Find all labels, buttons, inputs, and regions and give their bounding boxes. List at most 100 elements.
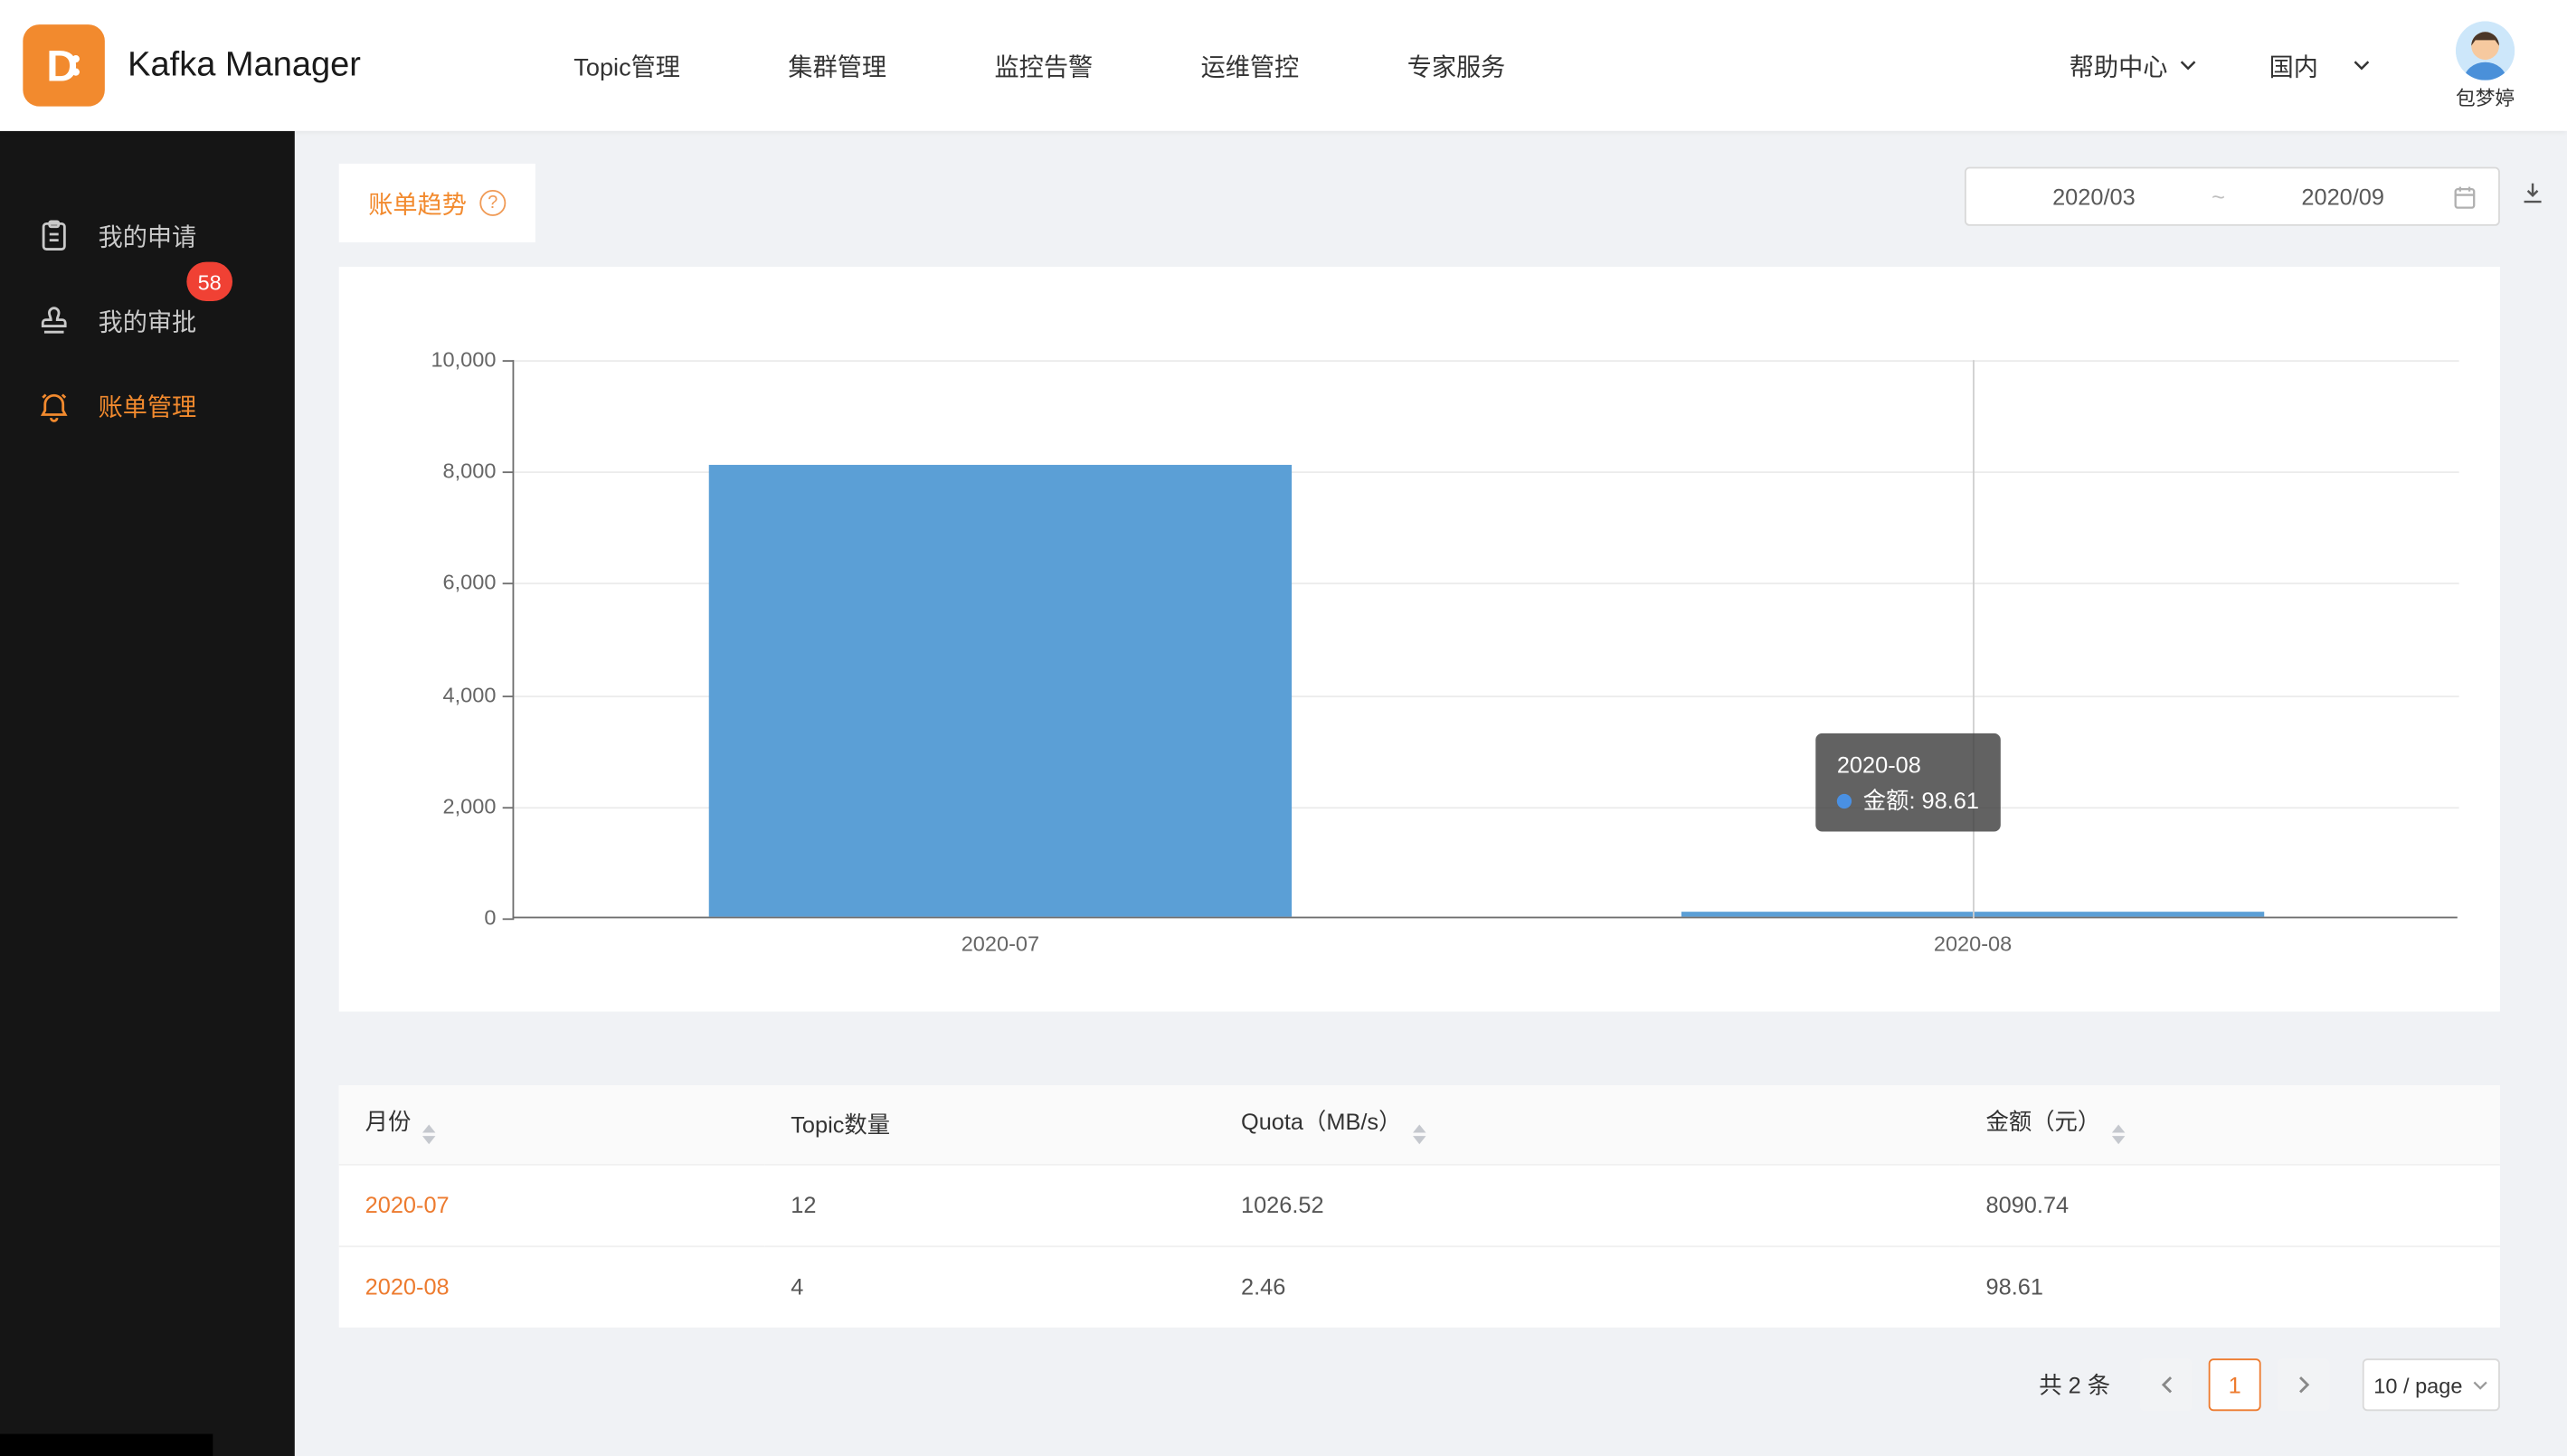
billing-trend-chart: 10,000 8,000 6,000 4,000 2,000 0 2020-08 金额: … bbox=[339, 267, 2500, 1012]
column-header-topic-count: Topic数量 bbox=[764, 1085, 1215, 1164]
table-header-row: 月份 Topic数量 Quota（MB/s） 金额（元） bbox=[339, 1085, 2500, 1164]
sort-icon[interactable] bbox=[2112, 1124, 2125, 1144]
prev-page-button[interactable] bbox=[2140, 1358, 2193, 1411]
sort-icon[interactable] bbox=[1413, 1124, 1426, 1144]
sidebar-item-label: 我的申请 bbox=[99, 219, 197, 253]
page-1-button[interactable]: 1 bbox=[2209, 1358, 2261, 1411]
chart-tooltip: 2020-08 金额: 98.61 bbox=[1815, 733, 2000, 832]
date-start-value[interactable]: 2020/03 bbox=[1986, 184, 2202, 210]
sidebar-bottom-bar bbox=[0, 1434, 213, 1456]
topic-count-cell: 12 bbox=[764, 1164, 1215, 1246]
calendar-icon bbox=[2451, 183, 2479, 211]
y-tick-label: 0 bbox=[339, 905, 497, 930]
avatar-illustration bbox=[2456, 21, 2515, 80]
y-tick-label: 2,000 bbox=[339, 793, 497, 818]
sidebar-item-label: 我的审批 bbox=[99, 304, 197, 338]
approval-count-badge: 58 bbox=[186, 262, 232, 301]
app-header: D Kafka Manager Topic管理 集群管理 监控告警 运维管控 专… bbox=[0, 0, 2567, 131]
download-button[interactable] bbox=[2518, 178, 2548, 213]
column-header-month[interactable]: 月份 bbox=[339, 1085, 765, 1164]
svg-text:D: D bbox=[46, 42, 78, 90]
month-link[interactable]: 2020-07 bbox=[365, 1192, 450, 1218]
y-tick-mark bbox=[503, 807, 515, 808]
y-tick-mark bbox=[503, 695, 515, 697]
billing-table: 月份 Topic数量 Quota（MB/s） 金额（元） bbox=[339, 1085, 2500, 1328]
gridline bbox=[514, 360, 2458, 362]
app-root: D Kafka Manager Topic管理 集群管理 监控告警 运维管控 专… bbox=[0, 0, 2567, 1456]
main-content: 账单趋势 ? 2020/03 ~ 2020/09 10,000 8,000 6,00… bbox=[295, 131, 2567, 1456]
help-center-label: 帮助中心 bbox=[2070, 48, 2168, 82]
y-tick-mark bbox=[503, 583, 515, 585]
y-tick-label: 6,000 bbox=[339, 571, 497, 595]
nav-expert-service[interactable]: 专家服务 bbox=[1407, 48, 1506, 82]
x-tick-label: 2020-08 bbox=[1486, 931, 2458, 956]
help-icon[interactable]: ? bbox=[479, 190, 506, 216]
chevron-left-icon bbox=[2158, 1375, 2173, 1395]
nav-ops-control[interactable]: 运维管控 bbox=[1201, 48, 1300, 82]
total-count-label: 共 2 条 bbox=[2039, 1368, 2110, 1401]
y-tick-label: 8,000 bbox=[339, 459, 497, 483]
download-icon bbox=[2518, 178, 2548, 208]
column-header-quota[interactable]: Quota（MB/s） bbox=[1215, 1085, 1960, 1164]
tab-billing-trend[interactable]: 账单趋势 ? bbox=[339, 164, 535, 242]
region-label: 国内 bbox=[2269, 48, 2318, 82]
region-menu[interactable]: 国内 bbox=[2269, 48, 2371, 82]
table-row: 2020-07 12 1026.52 8090.74 bbox=[339, 1164, 2500, 1246]
table-row: 2020-08 4 2.46 98.61 bbox=[339, 1245, 2500, 1328]
sidebar-item-label: 账单管理 bbox=[99, 389, 197, 423]
chart-plot-area: 2020-08 金额: 98.61 2020-072020-08 bbox=[513, 360, 2458, 918]
app-title: Kafka Manager bbox=[128, 46, 361, 85]
column-header-amount[interactable]: 金额（元） bbox=[1960, 1085, 2500, 1164]
month-link[interactable]: 2020-08 bbox=[365, 1274, 450, 1300]
pagination: 共 2 条 1 10 / page bbox=[339, 1358, 2500, 1411]
date-range-picker[interactable]: 2020/03 ~ 2020/09 bbox=[1965, 167, 2500, 226]
quota-cell: 2.46 bbox=[1215, 1245, 1960, 1328]
page-size-label: 10 / page bbox=[2373, 1373, 2462, 1397]
tooltip-value: 金额: 98.61 bbox=[1863, 782, 1979, 818]
sidebar-item-billing-management[interactable]: 账单管理 bbox=[0, 364, 295, 449]
billing-table-card: 月份 Topic数量 Quota（MB/s） 金额（元） bbox=[339, 1085, 2500, 1328]
stamp-icon bbox=[36, 303, 72, 339]
nav-topic-management[interactable]: Topic管理 bbox=[573, 48, 680, 82]
user-name: 包梦婷 bbox=[2456, 82, 2515, 110]
tab-label: 账单趋势 bbox=[368, 185, 467, 220]
y-tick-mark bbox=[503, 472, 515, 474]
chevron-right-icon bbox=[2297, 1375, 2311, 1395]
y-tick-label: 10,000 bbox=[339, 347, 497, 372]
y-tick-mark bbox=[503, 360, 515, 362]
nav-cluster-management[interactable]: 集群管理 bbox=[788, 48, 886, 82]
page-size-select[interactable]: 10 / page bbox=[2363, 1358, 2500, 1411]
top-nav: Topic管理 集群管理 监控告警 运维管控 专家服务 bbox=[573, 48, 1505, 82]
sidebar-item-my-applications[interactable]: 我的申请 bbox=[0, 194, 295, 279]
topic-count-cell: 4 bbox=[764, 1245, 1215, 1328]
date-range-separator: ~ bbox=[2202, 184, 2235, 210]
logo-d-icon: D bbox=[38, 39, 90, 91]
quota-cell: 1026.52 bbox=[1215, 1164, 1960, 1246]
bar-2020-07[interactable] bbox=[708, 465, 1292, 916]
alarm-bell-icon bbox=[36, 388, 72, 424]
hover-crosshair bbox=[1973, 360, 1975, 918]
y-tick-mark bbox=[503, 918, 515, 920]
x-tick-label: 2020-07 bbox=[514, 931, 1486, 956]
app-logo[interactable]: D bbox=[23, 24, 105, 106]
header-right: 帮助中心 国内 包梦婷 bbox=[2070, 21, 2567, 111]
clipboard-icon bbox=[36, 218, 72, 254]
tooltip-title: 2020-08 bbox=[1837, 746, 1979, 782]
chevron-down-icon bbox=[2472, 1379, 2488, 1391]
nav-monitoring-alerts[interactable]: 监控告警 bbox=[995, 48, 1094, 82]
series-dot-icon bbox=[1837, 793, 1852, 808]
chevron-down-icon bbox=[2179, 59, 2197, 71]
sidebar: 我的申请 我的审批 58 账单管理 bbox=[0, 131, 295, 1456]
amount-cell: 8090.74 bbox=[1960, 1164, 2500, 1246]
next-page-button[interactable] bbox=[2278, 1358, 2330, 1411]
sidebar-item-my-approvals[interactable]: 我的审批 58 bbox=[0, 279, 295, 364]
date-end-value[interactable]: 2020/09 bbox=[2235, 184, 2451, 210]
chevron-down-icon bbox=[2353, 59, 2371, 71]
user-menu[interactable]: 包梦婷 bbox=[2443, 21, 2528, 111]
help-center-menu[interactable]: 帮助中心 bbox=[2070, 48, 2197, 82]
sort-icon[interactable] bbox=[422, 1124, 435, 1144]
y-tick-label: 4,000 bbox=[339, 682, 497, 706]
y-axis-labels: 10,0008,0006,0004,0002,0000 bbox=[339, 360, 497, 918]
amount-cell: 98.61 bbox=[1960, 1245, 2500, 1328]
avatar bbox=[2456, 21, 2515, 80]
